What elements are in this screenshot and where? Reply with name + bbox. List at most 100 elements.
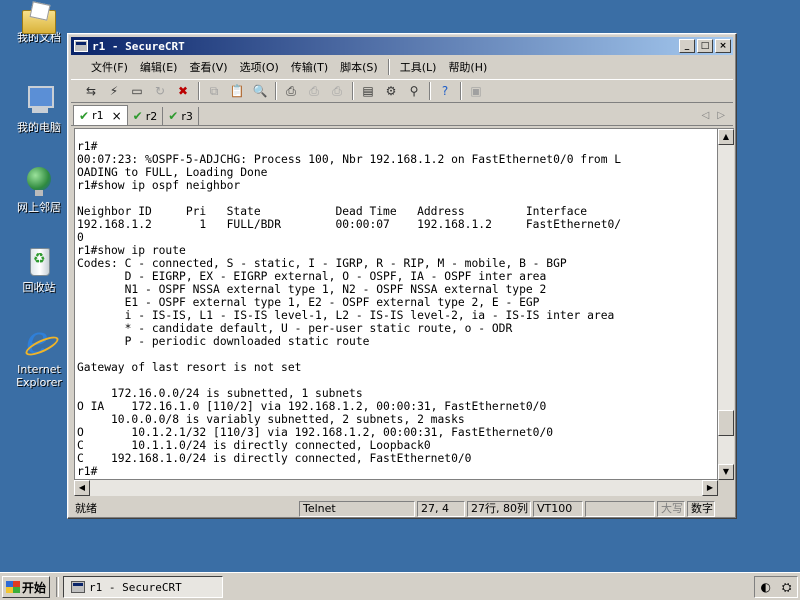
terminal-output[interactable]: r1# 00:07:23: %OSPF-5-ADJCHG: Process 100… [74, 128, 718, 480]
status-protocol: Telnet [299, 500, 415, 517]
menu-transfer[interactable]: 传输(T) [285, 59, 334, 75]
quick-connect-icon[interactable]: ⚡ [104, 82, 124, 100]
desktop-icon-network-places[interactable]: 网上邻居 [3, 164, 75, 214]
connected-check-icon: ✔ [168, 109, 179, 123]
horizontal-scrollbar[interactable]: ◀ ▶ [74, 480, 718, 496]
toolbar-separator [429, 82, 431, 100]
window-title: r1 - SecureCRT [92, 39, 185, 53]
taskbar-item-label: r1 - SecureCRT [89, 580, 182, 594]
menu-script[interactable]: 脚本(S) [334, 59, 384, 75]
scroll-up-icon[interactable]: ▲ [718, 129, 734, 145]
terminal-line: Neighbor ID Pri State Dead Time Address … [77, 205, 588, 218]
terminal-line: Gateway of last resort is not set [77, 361, 302, 374]
print-selection-icon[interactable]: ⎙ [304, 82, 324, 100]
tray-volume-icon[interactable]: ◐ [760, 580, 770, 594]
paste-icon[interactable]: 📋 [227, 82, 247, 100]
menu-file[interactable]: 文件(F) [85, 59, 134, 75]
disconnect-icon[interactable]: ✖ [173, 82, 193, 100]
terminal-line: r1#show ip ospf neighbor [77, 179, 241, 192]
terminal-line: * - candidate default, U - per-user stat… [77, 322, 513, 335]
terminal-line: D - EIGRP, EX - EIGRP external, O - OSPF… [77, 270, 547, 283]
tab-scroll-left-icon[interactable]: ◁ [702, 110, 710, 121]
menu-options[interactable]: 选项(O) [234, 59, 285, 75]
desktop-icon-recycle-bin[interactable]: 回收站 [3, 244, 75, 294]
status-terminal-size: 27行, 80列 [467, 500, 531, 517]
terminal-line: O IA 172.16.1.0 [110/2] via 192.168.1.2,… [77, 400, 547, 413]
print-setup-icon[interactable]: ⎙ [327, 82, 347, 100]
menu-view[interactable]: 查看(V) [183, 59, 233, 75]
internet-explorer-icon [22, 320, 56, 360]
scroll-left-icon[interactable]: ◀ [74, 480, 90, 496]
terminal-line: C 10.1.1.0/24 is directly connected, Loo… [77, 439, 431, 452]
scrollbar-thumb[interactable] [718, 409, 734, 436]
print-icon[interactable]: ⎙ [281, 82, 301, 100]
copy-icon[interactable]: ⧉ [204, 82, 224, 100]
tab-label: r3 [181, 109, 193, 123]
session-options-icon[interactable]: ▤ [358, 82, 378, 100]
toolbar-separator [275, 82, 277, 100]
connect-tab-icon[interactable]: ▭ [127, 82, 147, 100]
tab-close-icon[interactable]: × [112, 109, 122, 123]
tab-label: r1 [92, 109, 104, 122]
terminal-line: r1# [77, 140, 98, 153]
help-icon[interactable]: ? [435, 82, 455, 100]
recycle-bin-icon [22, 244, 56, 278]
taskbar: 开始 r1 - SecureCRT ◐ ⛭ [0, 572, 800, 600]
menu-edit[interactable]: 编辑(E) [134, 59, 184, 75]
status-num-lock: 数字 [687, 500, 715, 517]
tray-network-icon[interactable]: ⛭ [782, 580, 792, 595]
terminal-line: r1# [77, 465, 98, 478]
connected-check-icon: ✔ [79, 108, 90, 123]
desktop-icon-my-documents[interactable]: 我的文档 [3, 4, 75, 44]
desktop-icon-label: 我的电脑 [17, 121, 61, 134]
tab-r2[interactable]: ✔ r2 [128, 107, 164, 125]
terminal-line: E1 - OSPF external type 1, E2 - OSPF ext… [77, 296, 540, 309]
minimize-button[interactable]: _ [679, 39, 695, 53]
terminal-line: C 192.168.1.0/24 is directly connected, … [77, 452, 472, 465]
windows-logo-icon [6, 581, 20, 593]
reconnect-icon[interactable]: ↻ [150, 82, 170, 100]
status-bar: 就绪 Telnet 27, 4 27行, 80列 VT100 大写 数字 [71, 500, 733, 517]
find-icon[interactable]: 🔍 [250, 82, 270, 100]
tab-r1[interactable]: ✔ r1 × [73, 105, 128, 125]
desktop-icon-label: Internet Explorer [16, 363, 62, 389]
securecrt-window: r1 - SecureCRT _ □ × 文件(F) 编辑(E) 查看(V) 选… [67, 33, 737, 519]
menu-help[interactable]: 帮助(H) [442, 59, 493, 75]
tab-scroll-right-icon[interactable]: ▷ [717, 110, 725, 121]
about-icon[interactable]: ▣ [466, 82, 486, 100]
desktop-icon-label: 网上邻居 [17, 201, 61, 214]
maximize-button[interactable]: □ [697, 39, 713, 53]
terminal-line: OADING to FULL, Loading Done [77, 166, 268, 179]
connect-icon[interactable]: ⇆ [81, 82, 101, 100]
system-tray: ◐ ⛭ [754, 576, 798, 598]
keymap-icon[interactable]: ⚲ [404, 82, 424, 100]
connected-check-icon: ✔ [132, 109, 143, 123]
session-tabs: ✔ r1 × ✔ r2 ✔ r3 ◁ ▷ [71, 105, 733, 126]
close-button[interactable]: × [715, 39, 731, 53]
menu-tools[interactable]: 工具(L) [394, 59, 443, 75]
securecrt-app-icon[interactable] [74, 40, 88, 52]
tab-navigation: ◁ ▷ [702, 110, 733, 121]
global-options-icon[interactable]: ⚙ [381, 82, 401, 100]
scroll-down-icon[interactable]: ▼ [718, 464, 734, 480]
scroll-right-icon[interactable]: ▶ [702, 480, 718, 496]
status-ready: 就绪 [75, 501, 97, 515]
terminal-line: 0 [77, 231, 84, 244]
title-bar[interactable]: r1 - SecureCRT _ □ × [71, 37, 733, 55]
start-button[interactable]: 开始 [2, 576, 50, 598]
status-blank [585, 500, 655, 517]
desktop-icon-internet-explorer[interactable]: Internet Explorer [3, 320, 75, 389]
terminal-line: Codes: C - connected, S - static, I - IG… [77, 257, 567, 270]
terminal-line: 10.0.0.0/8 is variably subnetted, 2 subn… [77, 413, 465, 426]
status-cursor-position: 27, 4 [417, 500, 465, 517]
menu-separator [387, 59, 390, 75]
desktop-icon-my-computer[interactable]: 我的电脑 [3, 84, 75, 134]
toolbar: ⇆ ⚡ ▭ ↻ ✖ ⧉ 📋 🔍 ⎙ ⎙ ⎙ ▤ ⚙ ⚲ ? ▣ [71, 79, 733, 103]
terminal-line: 192.168.1.2 1 FULL/BDR 00:00:07 192.168.… [77, 218, 622, 231]
vertical-scrollbar[interactable]: ▲ ▼ [718, 128, 734, 480]
toolbar-separator [460, 82, 462, 100]
tab-r3[interactable]: ✔ r3 [163, 107, 199, 125]
taskbar-item-securecrt[interactable]: r1 - SecureCRT [63, 576, 223, 598]
